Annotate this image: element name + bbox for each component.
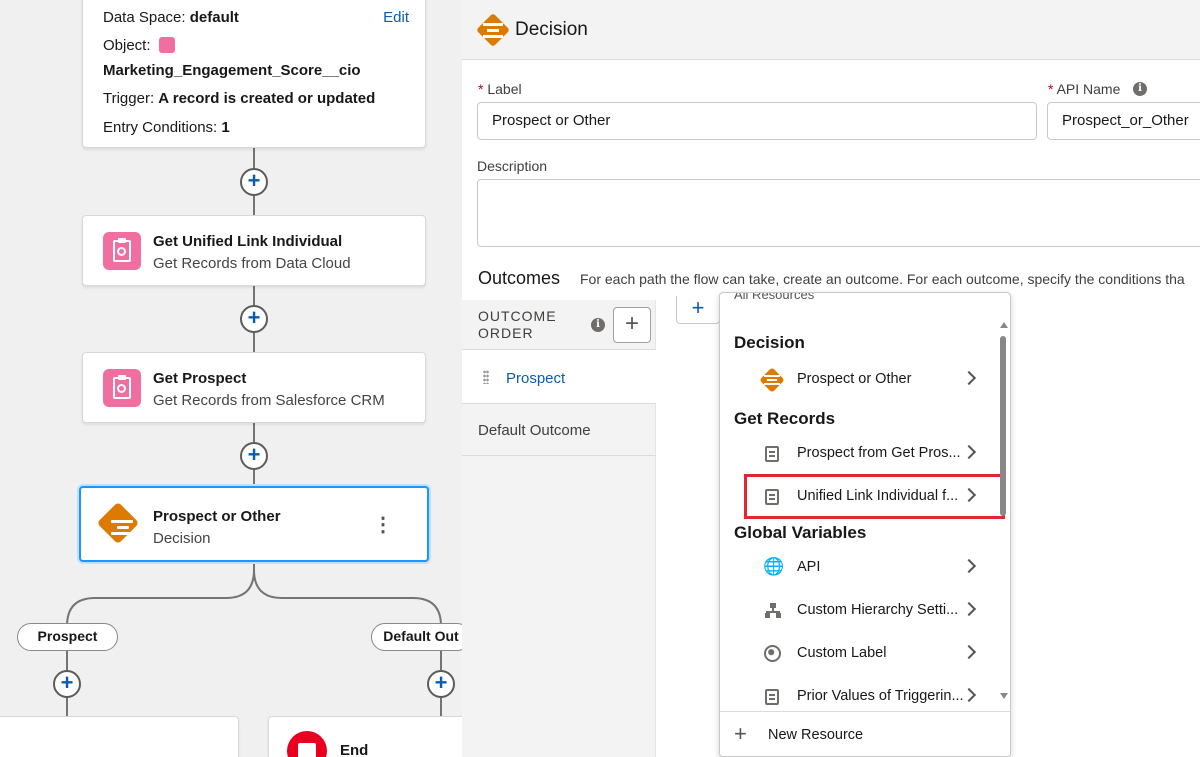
decision-icon bbox=[759, 367, 785, 393]
entry-conditions-label: Entry Conditions: bbox=[103, 119, 218, 136]
add-element-button[interactable]: + bbox=[240, 168, 268, 196]
flow-canvas[interactable]: Data Space: default Edit Object: Marketi… bbox=[0, 0, 462, 757]
record-icon bbox=[765, 689, 779, 705]
object-label: Object: bbox=[103, 37, 151, 54]
description-textarea[interactable] bbox=[477, 179, 1200, 247]
insert-resource-button[interactable]: + bbox=[676, 296, 720, 324]
object-icon bbox=[158, 37, 175, 53]
add-icon: + bbox=[734, 721, 747, 746]
resource-picker-dropdown[interactable]: All Resources Decision Prospect or Other… bbox=[719, 292, 1011, 757]
resource-item-prior-values[interactable]: Prior Values of Triggerin... bbox=[720, 679, 998, 715]
section-heading-decision: Decision bbox=[734, 333, 805, 352]
highlight-box bbox=[744, 474, 1005, 519]
node-subtitle: Decision bbox=[153, 530, 211, 547]
record-icon bbox=[765, 446, 779, 462]
outcome-item-default[interactable]: Default Outcome bbox=[462, 404, 656, 456]
api-name-label: API Name bbox=[1056, 81, 1121, 97]
element-panel-header: Decision bbox=[462, 0, 1200, 60]
required-mark: * bbox=[478, 81, 484, 97]
resource-label: Custom Hierarchy Setti... bbox=[797, 602, 959, 618]
add-element-button[interactable]: + bbox=[427, 670, 455, 698]
info-icon[interactable]: i bbox=[591, 318, 605, 332]
chevron-right-icon bbox=[961, 601, 977, 617]
label-input[interactable]: Prospect or Other bbox=[477, 102, 1037, 140]
outcome-order-list: OUTCOME ORDER i + Prospect Default Outco… bbox=[462, 300, 656, 757]
trigger-value: A record is created or updated bbox=[158, 90, 376, 107]
info-icon[interactable]: i bbox=[1133, 82, 1147, 96]
scroll-up-arrow-icon[interactable] bbox=[1000, 322, 1008, 328]
resource-label: Prior Values of Triggerin... bbox=[797, 688, 964, 704]
entry-conditions-value: 1 bbox=[221, 119, 230, 136]
resource-item-prospect-from-get-prospect[interactable]: Prospect from Get Pros... bbox=[720, 436, 998, 472]
node-subtitle: Get Records from Salesforce CRM bbox=[153, 392, 385, 409]
resource-label: API bbox=[797, 559, 821, 575]
get-records-icon bbox=[103, 369, 141, 407]
dropdown-partial-heading: All Resources bbox=[734, 292, 815, 302]
decision-form: * Label Prospect or Other * API Name i P… bbox=[462, 60, 1200, 300]
scrollbar-thumb[interactable] bbox=[1000, 336, 1006, 516]
chevron-right-icon bbox=[961, 370, 977, 386]
data-space-label: Data Space: bbox=[103, 9, 186, 26]
resource-item-api[interactable]: 🌐 API bbox=[720, 550, 998, 586]
add-element-button[interactable]: + bbox=[240, 305, 268, 333]
outcomes-help-text: For each path the flow can take, create … bbox=[580, 271, 1185, 287]
data-space-value: default bbox=[189, 9, 239, 26]
end-node[interactable]: End bbox=[268, 716, 462, 757]
hierarchy-icon bbox=[765, 603, 781, 619]
section-heading-global-variables: Global Variables bbox=[734, 523, 867, 542]
outcome-item-prospect[interactable]: Prospect bbox=[462, 350, 656, 404]
resource-item-custom-label[interactable]: Custom Label bbox=[720, 636, 998, 672]
outcome-label: Prospect bbox=[506, 370, 566, 387]
resource-label: Prospect or Other bbox=[797, 371, 912, 387]
resource-item-custom-hierarchy-settings[interactable]: Custom Hierarchy Setti... bbox=[720, 593, 998, 629]
outcome-order-heading: OUTCOME ORDER bbox=[478, 308, 557, 341]
label-field-label: Label bbox=[487, 81, 522, 97]
decision-icon bbox=[96, 501, 140, 545]
node-title: Prospect or Other bbox=[153, 508, 281, 525]
chevron-right-icon bbox=[961, 444, 977, 460]
add-element-button[interactable]: + bbox=[240, 442, 268, 470]
resource-label: Custom Label bbox=[797, 645, 887, 661]
panel-title: Decision bbox=[515, 19, 588, 40]
api-globe-icon: 🌐 bbox=[763, 557, 785, 576]
dropdown-scrollbar[interactable] bbox=[998, 318, 1010, 708]
add-outcome-button[interactable]: + bbox=[613, 307, 651, 343]
chevron-right-icon bbox=[961, 687, 977, 703]
branch-label-default-outcome[interactable]: Default Out bbox=[371, 623, 462, 651]
get-records-icon bbox=[103, 232, 141, 270]
end-label: End bbox=[340, 742, 369, 757]
new-resource-footer[interactable]: + New Resource bbox=[720, 711, 1010, 756]
decision-icon bbox=[476, 13, 510, 47]
prospect-or-other-decision-node[interactable]: Prospect or Other Decision ⋮ bbox=[79, 486, 429, 562]
scroll-down-arrow-icon[interactable] bbox=[1000, 693, 1008, 699]
resource-item-prospect-or-other[interactable]: Prospect or Other bbox=[720, 362, 998, 398]
node-title: Get Unified Link Individual bbox=[153, 233, 343, 250]
chevron-right-icon bbox=[961, 644, 977, 660]
api-name-input[interactable]: Prospect_or_Other bbox=[1047, 102, 1200, 140]
add-element-button[interactable]: + bbox=[53, 670, 81, 698]
edit-link[interactable]: Edit bbox=[383, 9, 409, 26]
drag-handle-icon[interactable] bbox=[483, 370, 489, 384]
node-subtitle: Get Records from Data Cloud bbox=[153, 255, 351, 272]
globe-icon bbox=[764, 645, 781, 662]
next-element-card[interactable] bbox=[0, 716, 239, 757]
section-heading-get-records: Get Records bbox=[734, 409, 836, 428]
outcomes-title: Outcomes bbox=[478, 268, 561, 288]
required-mark: * bbox=[1048, 81, 1054, 97]
trigger-label: Trigger: bbox=[103, 90, 155, 107]
object-value: Marketing_Engagement_Score__cio bbox=[103, 62, 361, 79]
branch-label-prospect[interactable]: Prospect bbox=[17, 623, 118, 651]
end-icon bbox=[287, 731, 327, 757]
description-label: Description bbox=[477, 158, 548, 174]
resource-label: Prospect from Get Pros... bbox=[797, 445, 961, 461]
chevron-right-icon bbox=[961, 558, 977, 574]
start-card[interactable]: Data Space: default Edit Object: Marketi… bbox=[82, 0, 426, 148]
node-menu-icon[interactable]: ⋮ bbox=[373, 512, 393, 537]
get-prospect-node[interactable]: Get Prospect Get Records from Salesforce… bbox=[82, 352, 426, 423]
outcome-label: Default Outcome bbox=[478, 422, 591, 439]
get-unified-link-individual-node[interactable]: Get Unified Link Individual Get Records … bbox=[82, 215, 426, 286]
new-resource-label: New Resource bbox=[768, 727, 864, 743]
node-title: Get Prospect bbox=[153, 370, 247, 387]
